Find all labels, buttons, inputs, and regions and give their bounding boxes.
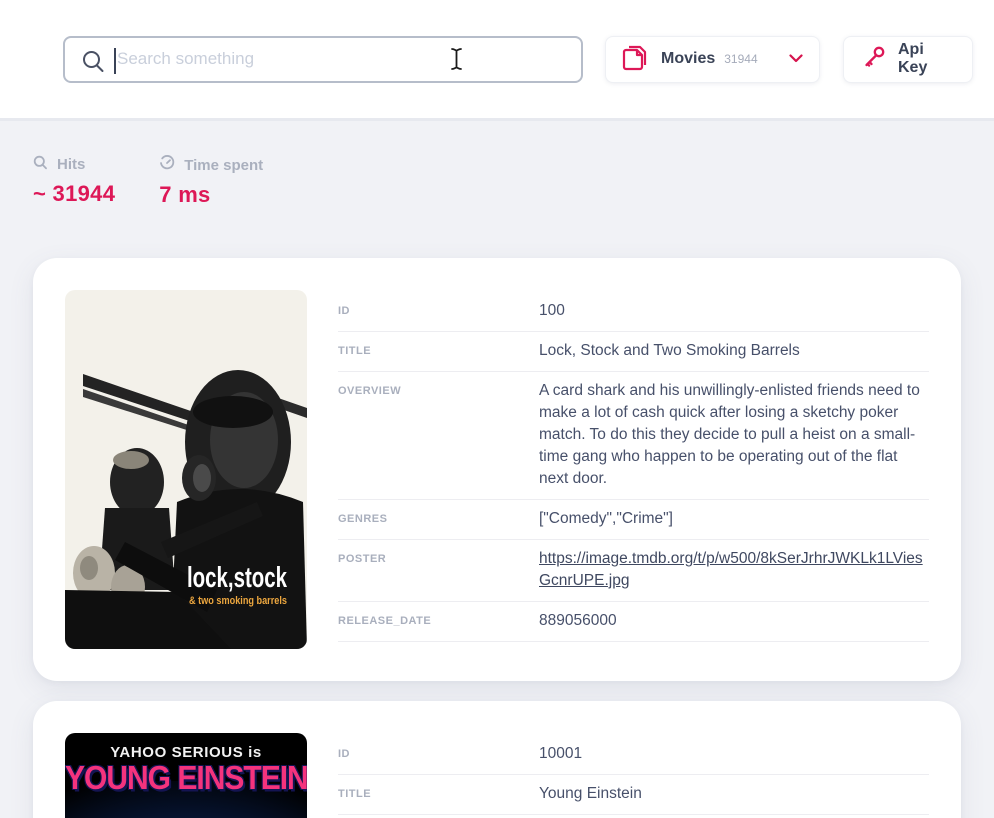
field-value: 100	[539, 300, 929, 322]
poster-image-lock-stock: lock,stock & two smoking barrels	[65, 290, 307, 649]
chevron-down-icon	[789, 50, 803, 68]
field-row-poster: POSTER https://image.tmdb.org/t/p/w500/8…	[338, 540, 929, 602]
field-label: GENRES	[338, 508, 539, 530]
poster-link[interactable]: https://image.tmdb.org/t/p/w500/8kSerJrh…	[539, 550, 923, 589]
hits-search-icon	[33, 155, 48, 174]
stat-time-spent: Time spent 7 ms	[159, 155, 263, 208]
poster-tagline-text: YAHOO SERIOUS is	[65, 744, 307, 761]
hits-label: Hits	[57, 156, 85, 173]
poster-title-text: lock,stock	[187, 562, 288, 594]
poster-image-young-einstein: YAHOO SERIOUS is YOUNG EINSTEIN	[65, 733, 307, 818]
hits-value: ~ 31944	[33, 181, 115, 207]
stopwatch-icon	[159, 155, 175, 175]
results-list: lock,stock & two smoking barrels ID 100 …	[0, 258, 994, 818]
key-icon	[862, 44, 887, 74]
field-label: POSTER	[338, 548, 539, 592]
search-input-box[interactable]	[63, 36, 583, 83]
field-row-genres: GENRES ["Comedy","Crime"]	[338, 500, 929, 540]
poster-subtitle-text: & two smoking barrels	[189, 595, 287, 607]
time-spent-value: 7 ms	[159, 182, 263, 208]
field-row-title: TITLE Young Einstein	[338, 775, 929, 815]
index-name: Movies	[661, 50, 715, 68]
field-label: ID	[338, 300, 539, 322]
result-card: lock,stock & two smoking barrels ID 100 …	[33, 258, 961, 681]
index-selector[interactable]: Movies 31944	[605, 36, 820, 83]
field-value: 10001	[539, 743, 929, 765]
search-input[interactable]	[65, 38, 581, 81]
documents-icon	[622, 43, 648, 76]
stats-bar: Hits ~ 31944 Time spent 7 ms	[0, 121, 994, 208]
document-fields: ID 10001 TITLE Young Einstein OVERVIEW A…	[338, 733, 929, 818]
field-label: TITLE	[338, 783, 539, 805]
document-fields: ID 100 TITLE Lock, Stock and Two Smoking…	[338, 290, 929, 649]
field-value: ["Comedy","Crime"]	[539, 508, 929, 530]
field-label: RELEASE_DATE	[338, 610, 539, 632]
field-row-id: ID 10001	[338, 735, 929, 775]
top-bar: Movies 31944 Api Key	[0, 0, 994, 118]
field-value: 889056000	[539, 610, 929, 632]
time-spent-label: Time spent	[184, 157, 263, 174]
field-label: OVERVIEW	[338, 380, 539, 490]
index-doc-count: 31944	[724, 52, 757, 66]
field-row-overview: OVERVIEW A card shark and his unwillingl…	[338, 372, 929, 500]
field-label: TITLE	[338, 340, 539, 362]
field-row-title: TITLE Lock, Stock and Two Smoking Barrel…	[338, 332, 929, 372]
field-value: Lock, Stock and Two Smoking Barrels	[539, 340, 929, 362]
result-card: YAHOO SERIOUS is YOUNG EINSTEIN ID 10001…	[33, 701, 961, 818]
poster-title-text: YOUNG EINSTEIN	[65, 760, 307, 798]
field-label: ID	[338, 743, 539, 765]
api-key-button[interactable]: Api Key	[843, 36, 973, 83]
field-value: Young Einstein	[539, 783, 929, 805]
api-key-label: Api Key	[898, 41, 954, 77]
field-row-id: ID 100	[338, 292, 929, 332]
search-icon	[81, 49, 106, 79]
field-row-release-date: RELEASE_DATE 889056000	[338, 602, 929, 642]
stat-hits: Hits ~ 31944	[33, 155, 115, 208]
text-caret	[114, 48, 116, 74]
field-value: A card shark and his unwillingly-enliste…	[539, 380, 929, 490]
